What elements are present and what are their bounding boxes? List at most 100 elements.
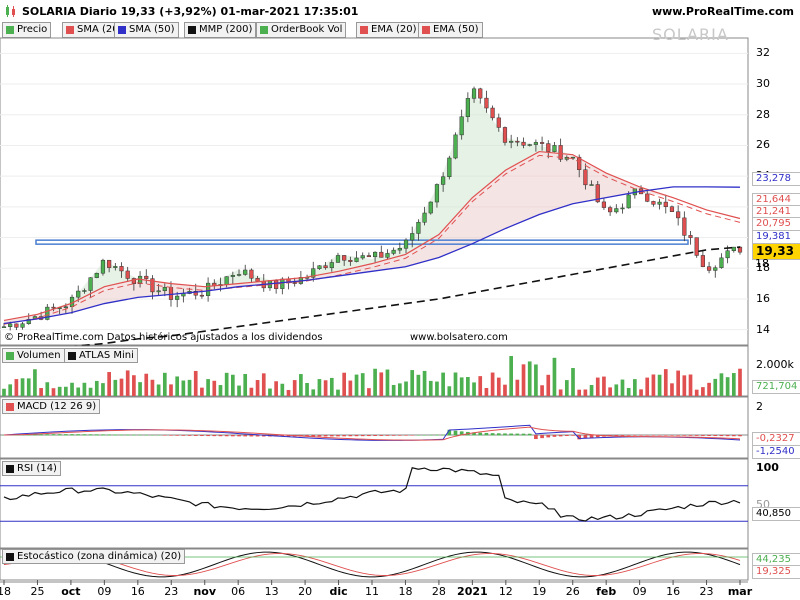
x-tick-label: 11 bbox=[365, 585, 379, 598]
volume-bar bbox=[125, 370, 130, 396]
volume-bar bbox=[39, 388, 43, 396]
volume-bar bbox=[20, 378, 25, 396]
candle-body bbox=[490, 107, 495, 119]
candle-body bbox=[583, 169, 588, 186]
candle-body bbox=[676, 211, 681, 219]
volume-bar bbox=[540, 385, 544, 396]
macd-hist bbox=[169, 435, 173, 436]
macd-tick: 2 bbox=[756, 400, 763, 413]
volume-bar bbox=[206, 379, 210, 396]
volume-label[interactable]: Volumen bbox=[2, 348, 65, 363]
source-link[interactable]: www.bolsatero.com bbox=[410, 332, 508, 343]
volume-bar bbox=[694, 389, 699, 396]
volume-bar bbox=[274, 381, 278, 396]
volume-bar bbox=[546, 374, 551, 396]
candle-body bbox=[546, 143, 551, 152]
x-tick-label: 18 bbox=[0, 585, 11, 598]
candle-body bbox=[366, 255, 371, 258]
volume-bar bbox=[738, 368, 742, 396]
volume-bar bbox=[292, 380, 297, 396]
volume-bar bbox=[342, 372, 347, 396]
volume-bar bbox=[521, 364, 526, 396]
x-tick-label: 26 bbox=[566, 585, 580, 598]
volume-bar bbox=[447, 386, 452, 396]
volume-bar bbox=[51, 388, 56, 396]
macd-hist bbox=[521, 433, 526, 436]
x-tick-label: 23 bbox=[700, 585, 714, 598]
atlas-swatch bbox=[68, 352, 76, 360]
macd-hist bbox=[51, 434, 56, 436]
volume-bar bbox=[410, 370, 415, 396]
macd-hist bbox=[682, 435, 687, 436]
x-tick-label: 12 bbox=[499, 585, 513, 598]
volume-bar bbox=[336, 389, 340, 396]
volume-bar bbox=[564, 380, 569, 396]
macd-hist bbox=[181, 435, 186, 436]
volume-bar bbox=[484, 387, 489, 396]
macd-hist bbox=[719, 435, 724, 437]
macd-hist bbox=[571, 435, 575, 436]
candle-body bbox=[63, 306, 68, 309]
candle-body bbox=[323, 265, 328, 269]
candle-body bbox=[422, 212, 427, 223]
volume-bar bbox=[534, 364, 538, 396]
macd-hist bbox=[738, 435, 742, 437]
volume-bar bbox=[187, 379, 192, 396]
candle-body bbox=[224, 276, 229, 285]
macd-hist bbox=[484, 432, 489, 436]
candle-body bbox=[329, 262, 334, 269]
stoch-label[interactable]: Estocástico (zona dinámica) (20) bbox=[2, 549, 186, 564]
candle-body bbox=[620, 207, 625, 210]
volume-bar bbox=[82, 382, 87, 396]
chart-canvas: 18 25 oct 09 16 23 nov 06 13 20 dic 11 18 28 2021 12 19 2… bbox=[0, 37, 753, 598]
candle-body bbox=[14, 323, 19, 328]
candle-body bbox=[403, 239, 409, 249]
macd-hist bbox=[496, 433, 501, 436]
volume-bar bbox=[64, 386, 68, 396]
volume-bar bbox=[441, 372, 445, 396]
candle-body bbox=[447, 157, 452, 177]
candle-body bbox=[719, 257, 724, 268]
candle-body bbox=[428, 201, 433, 214]
x-tick-label: 28 bbox=[432, 585, 446, 598]
candle-body bbox=[156, 290, 161, 293]
macd-hist bbox=[231, 435, 235, 437]
candle-body bbox=[608, 207, 613, 213]
macd-hist bbox=[144, 434, 149, 436]
rsi-label[interactable]: RSI (14) bbox=[2, 461, 61, 476]
volume-bar bbox=[682, 375, 687, 396]
candle-body bbox=[515, 140, 520, 143]
price-tick: 16 bbox=[756, 291, 770, 305]
volume-bar bbox=[404, 381, 408, 396]
macd-hist bbox=[187, 435, 192, 436]
candle-body bbox=[645, 193, 650, 202]
candle-body bbox=[527, 144, 532, 146]
volume-bar bbox=[88, 387, 93, 396]
macd-hist bbox=[354, 435, 359, 437]
candle-body bbox=[249, 269, 254, 279]
candle-body bbox=[113, 266, 118, 268]
x-tick-label: 18 bbox=[398, 585, 412, 598]
macd-hist bbox=[453, 430, 458, 436]
macd-label[interactable]: MACD (12 26 9) bbox=[2, 399, 101, 414]
macd-hist bbox=[57, 434, 62, 436]
candle-body bbox=[502, 127, 508, 143]
candle-body bbox=[434, 184, 440, 203]
candle-body bbox=[360, 255, 365, 259]
candle-body bbox=[354, 257, 359, 262]
candle-body bbox=[1, 326, 7, 328]
macd-hist bbox=[620, 435, 625, 436]
volume-bar bbox=[397, 383, 402, 396]
macd-hist bbox=[162, 435, 167, 436]
atlas-label[interactable]: ATLAS Mini bbox=[64, 348, 138, 363]
rsi-frame bbox=[0, 458, 749, 549]
candle-body bbox=[682, 217, 687, 236]
candle-body bbox=[373, 251, 378, 258]
volume-bar bbox=[595, 377, 600, 396]
x-tick-label: 16 bbox=[666, 585, 680, 598]
macd-hist bbox=[540, 435, 544, 439]
volume-bar bbox=[379, 372, 384, 396]
volume-bar bbox=[113, 379, 118, 396]
candle-body bbox=[206, 282, 211, 296]
macd-hist bbox=[336, 435, 340, 437]
